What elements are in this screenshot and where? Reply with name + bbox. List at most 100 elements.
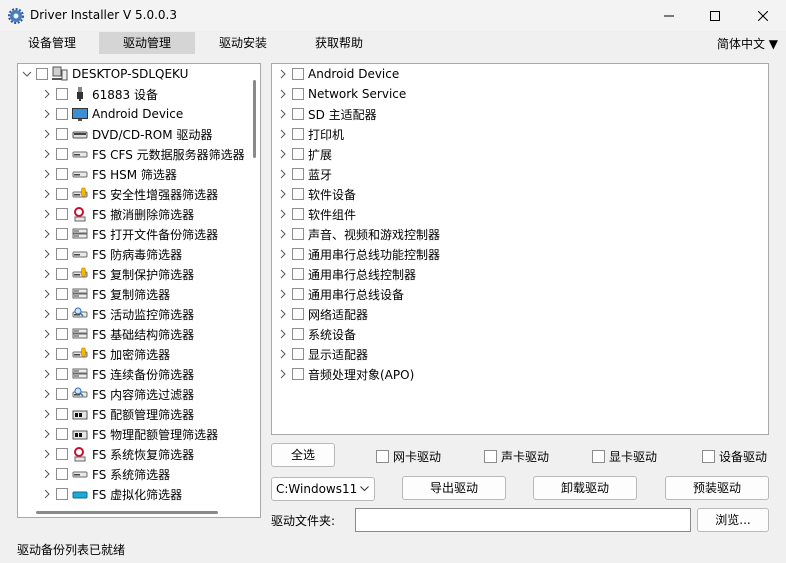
chevron-right-icon[interactable] [42, 429, 52, 439]
chevron-right-icon[interactable] [278, 349, 288, 359]
chevron-right-icon[interactable] [42, 249, 52, 259]
close-button[interactable] [740, 0, 786, 31]
checkbox[interactable] [56, 428, 68, 440]
checkbox[interactable] [56, 268, 68, 280]
chevron-right-icon[interactable] [278, 229, 288, 239]
chevron-right-icon[interactable] [278, 369, 288, 379]
checkbox[interactable] [36, 68, 48, 80]
chevron-right-icon[interactable] [278, 309, 288, 319]
device-tree-item[interactable]: FS 配额管理筛选器 [42, 404, 194, 424]
device-tree-item[interactable]: Android Device [42, 104, 183, 124]
driver-category-item[interactable]: 系统设备 [278, 324, 356, 344]
driver-category-panel[interactable]: Android Device Network Service SD 主适配器 打印机扩… [271, 63, 769, 435]
driver-category-item[interactable]: 软件设备 [278, 184, 356, 204]
chevron-right-icon[interactable] [42, 309, 52, 319]
device-tree-item[interactable]: DVD/CD-ROM 驱动器 [42, 124, 212, 144]
filter-sound-driver[interactable]: 声卡驱动 [484, 448, 549, 464]
driver-category-item[interactable]: 扩展 [278, 144, 332, 164]
uninstall-driver-button[interactable]: 卸载驱动 [533, 476, 637, 500]
driver-category-item[interactable]: 显示适配器 [278, 344, 368, 364]
maximize-button[interactable] [692, 0, 738, 31]
driver-category-item[interactable]: 打印机 [278, 124, 344, 144]
menu-get-help[interactable]: 获取帮助 [303, 32, 375, 54]
checkbox[interactable] [292, 208, 304, 220]
checkbox[interactable] [56, 348, 68, 360]
checkbox[interactable] [56, 228, 68, 240]
device-tree-item[interactable]: FS 物理配额管理筛选器 [42, 424, 218, 444]
device-tree-item[interactable]: FS 复制筛选器 [42, 284, 170, 304]
chevron-right-icon[interactable] [278, 69, 288, 79]
horizontal-scrollbar[interactable] [18, 507, 250, 517]
chevron-right-icon[interactable] [278, 329, 288, 339]
chevron-right-icon[interactable] [42, 149, 52, 159]
checkbox[interactable] [292, 68, 304, 80]
checkbox[interactable] [56, 208, 68, 220]
checkbox[interactable] [292, 148, 304, 160]
checkbox[interactable] [56, 328, 68, 340]
driver-folder-input[interactable] [355, 508, 691, 532]
device-tree-item[interactable]: FS 复制保护筛选器 [42, 264, 194, 284]
checkbox[interactable] [292, 268, 304, 280]
checkbox[interactable] [292, 308, 304, 320]
driver-category-item[interactable]: SD 主适配器 [278, 104, 377, 124]
chevron-right-icon[interactable] [278, 129, 288, 139]
checkbox[interactable] [292, 348, 304, 360]
chevron-right-icon[interactable] [42, 229, 52, 239]
checkbox[interactable] [292, 108, 304, 120]
chevron-right-icon[interactable] [42, 329, 52, 339]
checkbox[interactable] [56, 308, 68, 320]
preinstall-driver-button[interactable]: 预装驱动 [665, 476, 769, 500]
chevron-right-icon[interactable] [42, 369, 52, 379]
checkbox[interactable] [56, 388, 68, 400]
device-tree-panel[interactable]: DESKTOP-SDLQEKU 61883 设备 Android Device DVD… [17, 63, 261, 518]
checkbox[interactable] [56, 248, 68, 260]
checkbox[interactable] [292, 128, 304, 140]
checkbox[interactable] [292, 188, 304, 200]
device-tree-item[interactable]: FS 防病毒筛选器 [42, 244, 182, 264]
driver-category-item[interactable]: 通用串行总线控制器 [278, 264, 416, 284]
device-tree-item[interactable]: FS 撤消删除筛选器 [42, 204, 194, 224]
device-tree-item[interactable]: FS 基础结构筛选器 [42, 324, 194, 344]
language-select[interactable]: 简体中文 ▼ [717, 35, 778, 52]
driver-category-item[interactable]: 通用串行总线设备 [278, 284, 404, 304]
device-tree-item[interactable]: FS 安全性增强器筛选器 [42, 184, 218, 204]
device-tree-item[interactable]: FS 连续备份筛选器 [42, 364, 194, 384]
checkbox[interactable] [56, 108, 68, 120]
checkbox[interactable] [292, 368, 304, 380]
chevron-right-icon[interactable] [278, 149, 288, 159]
checkbox[interactable] [56, 188, 68, 200]
driver-category-item[interactable]: 音频处理对象(APO) [278, 364, 414, 384]
checkbox[interactable] [56, 288, 68, 300]
chevron-right-icon[interactable] [42, 269, 52, 279]
select-all-button[interactable]: 全选 [271, 443, 335, 467]
driver-category-item[interactable]: Android Device [278, 64, 399, 84]
device-tree-item[interactable]: FS CFS 元数据服务器筛选器 [42, 144, 245, 164]
driver-category-item[interactable]: 蓝牙 [278, 164, 332, 184]
checkbox[interactable] [292, 328, 304, 340]
os-select[interactable]: C:Windows11 [271, 477, 375, 501]
device-tree-item[interactable]: FS 活动监控筛选器 [42, 304, 194, 324]
chevron-right-icon[interactable] [42, 209, 52, 219]
checkbox[interactable] [292, 168, 304, 180]
checkbox[interactable] [292, 88, 304, 100]
device-tree-item[interactable]: FS 打开文件备份筛选器 [42, 224, 218, 244]
driver-category-item[interactable]: 通用串行总线功能控制器 [278, 244, 440, 264]
chevron-right-icon[interactable] [42, 349, 52, 359]
chevron-down-icon[interactable] [22, 69, 32, 79]
device-tree-item[interactable]: FS 系统恢复筛选器 [42, 444, 194, 464]
device-tree-item[interactable]: FS 虚拟化筛选器 [42, 484, 182, 504]
driver-category-item[interactable]: 软件组件 [278, 204, 356, 224]
driver-category-item[interactable]: Network Service [278, 84, 406, 104]
menu-driver-manager[interactable]: 驱动管理 [99, 32, 195, 54]
chevron-right-icon[interactable] [42, 129, 52, 139]
chevron-right-icon[interactable] [278, 189, 288, 199]
filter-network-driver[interactable]: 网卡驱动 [376, 448, 441, 464]
checkbox[interactable] [56, 448, 68, 460]
chevron-right-icon[interactable] [278, 249, 288, 259]
menu-device-manager[interactable]: 设备管理 [17, 32, 87, 54]
device-tree-item[interactable]: FS 加密筛选器 [42, 344, 170, 364]
chevron-right-icon[interactable] [278, 209, 288, 219]
browse-button[interactable]: 浏览... [697, 508, 769, 532]
filter-device-driver[interactable]: 设备驱动 [702, 448, 767, 464]
checkbox[interactable] [292, 228, 304, 240]
